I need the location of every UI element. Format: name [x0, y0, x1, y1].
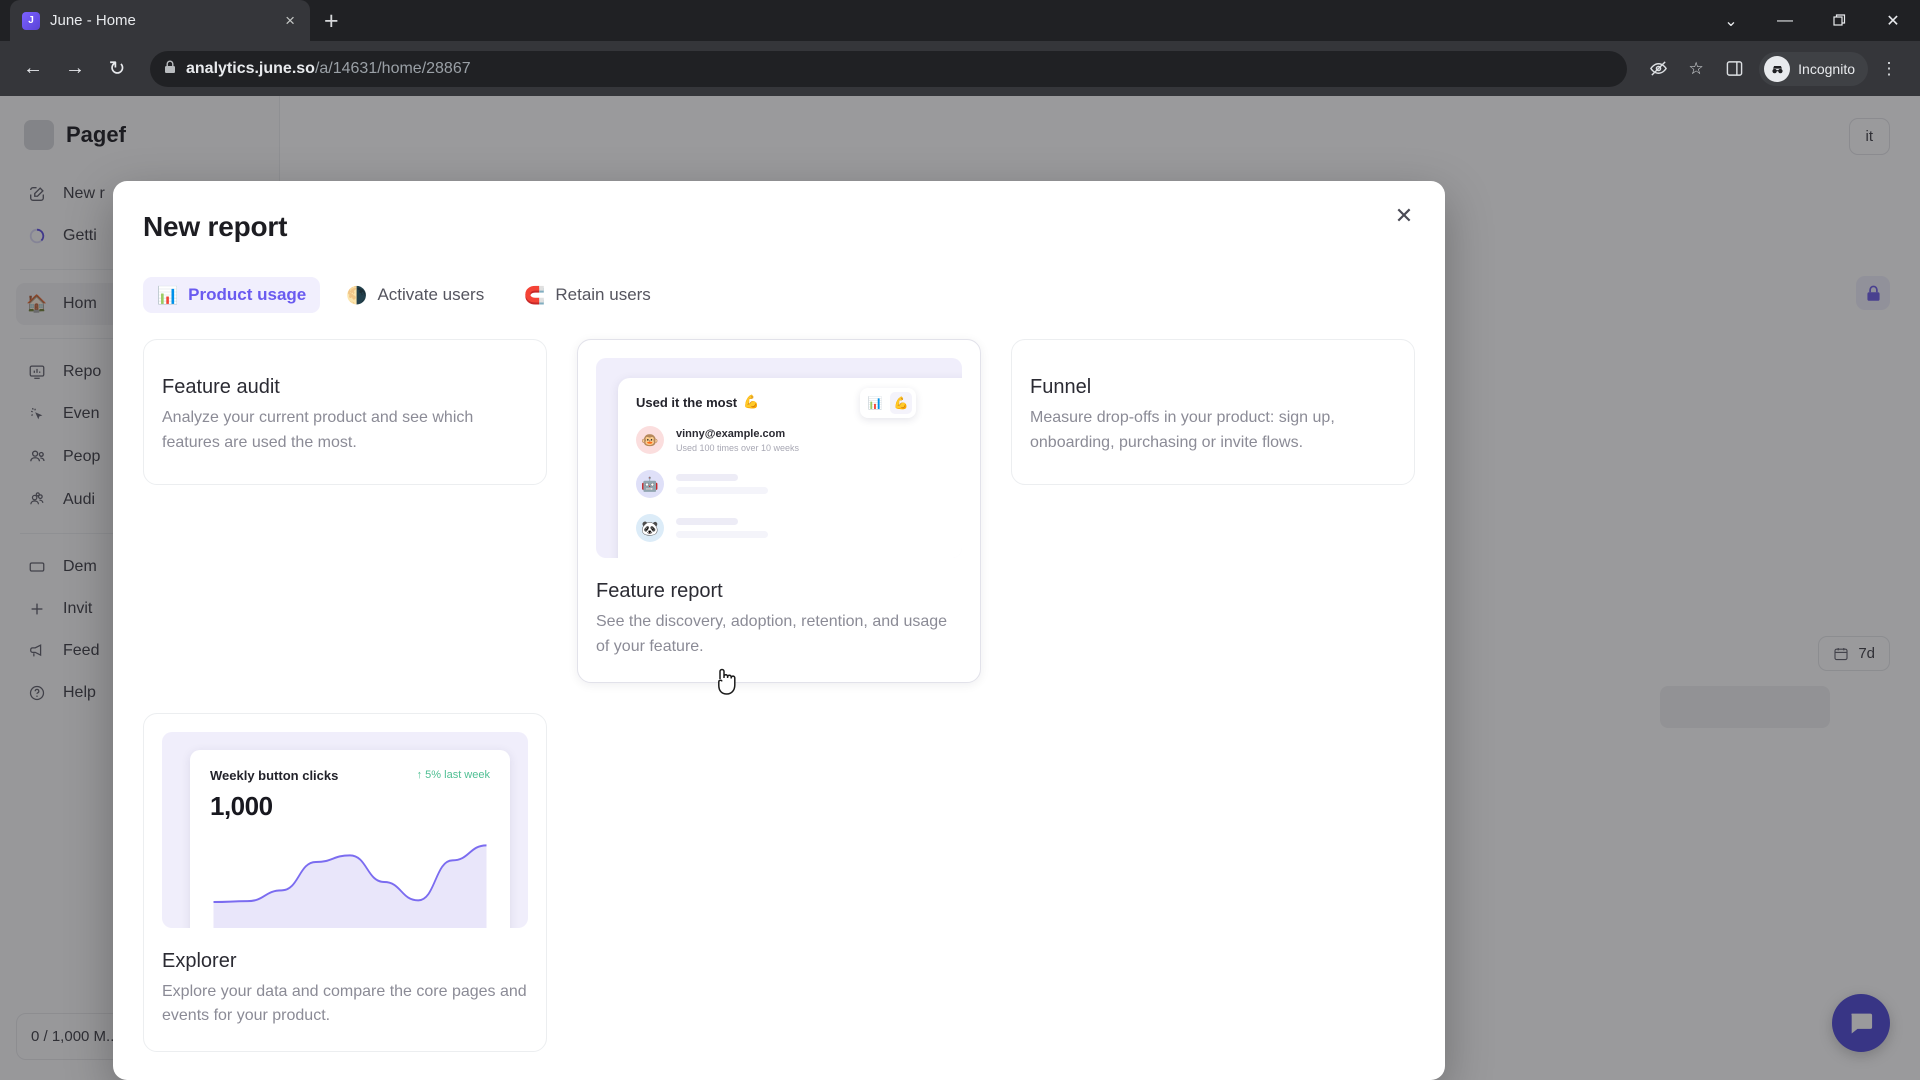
card-feature-audit[interactable]: Feature audit Analyze your current produ…: [143, 339, 547, 485]
skeleton-bar: [676, 518, 738, 525]
chart-delta: ↑ 5% last week: [416, 769, 490, 782]
forward-icon[interactable]: →: [56, 50, 94, 88]
card-description: Analyze your current product and see whi…: [162, 409, 474, 451]
side-panel-icon[interactable]: [1717, 52, 1751, 86]
card-feature-report[interactable]: Used it the most 💪 🐵 vinny@example.com U…: [577, 339, 981, 683]
new-report-modal: New report ✕ 📊 Product usage 🌗 Activate …: [113, 181, 1445, 1080]
tab-search-icon[interactable]: ⌄: [1704, 0, 1758, 41]
page-viewport: Pagef New r Getti 🏠 Hom Repo Even Peop A…: [0, 96, 1920, 1080]
card-description: Measure drop-offs in your product: sign …: [1030, 409, 1335, 451]
tab-product-usage[interactable]: 📊 Product usage: [143, 277, 321, 313]
card-description: See the discovery, adoption, retention, …: [596, 613, 948, 655]
window-controls: ⌄ — ✕: [1704, 0, 1920, 41]
browser-window: J June - Home × + ⌄ — ✕ ← → ↻ analytics.…: [0, 0, 1920, 1080]
incognito-label: Incognito: [1798, 60, 1855, 77]
address-bar[interactable]: analytics.june.so/a/14631/home/28867: [150, 50, 1628, 87]
tab-title: June - Home: [50, 12, 136, 29]
modal-content: New report ✕ 📊 Product usage 🌗 Activate …: [113, 181, 1445, 1080]
bookmark-star-icon[interactable]: ☆: [1679, 52, 1713, 86]
preview-row: 🐵 vinny@example.com Used 100 times over …: [636, 426, 962, 454]
reload-icon[interactable]: ↻: [98, 50, 136, 88]
close-window-button[interactable]: ✕: [1866, 0, 1920, 41]
card-title: Feature audit: [162, 376, 280, 398]
skeleton-bar: [676, 474, 738, 481]
preview-row-skeleton: [676, 474, 962, 494]
card-funnel[interactable]: Funnel Measure drop-offs in your product…: [1011, 339, 1415, 485]
tab-label: Retain users: [555, 285, 651, 304]
june-logo-icon: J: [22, 11, 40, 30]
lock-icon: [164, 60, 176, 77]
skeleton-bar: [676, 487, 768, 494]
magnet-icon: 🧲: [524, 285, 546, 305]
card-explorer[interactable]: Weekly button clicks ↑ 5% last week 1,00…: [143, 712, 547, 1053]
close-tab-icon[interactable]: ×: [282, 9, 298, 32]
preview-row-text: vinny@example.com Used 100 times over 10…: [676, 428, 799, 453]
browser-menu-icon[interactable]: ⋮: [1872, 52, 1906, 86]
moon-icon: 🌗: [346, 285, 368, 305]
flexed-biceps-icon: 💪: [743, 394, 760, 409]
tab-label: Product usage: [188, 285, 307, 304]
maximize-button[interactable]: [1812, 0, 1866, 41]
explorer-preview: Weekly button clicks ↑ 5% last week 1,00…: [162, 731, 528, 928]
chart-title: Weekly button clicks: [210, 767, 339, 783]
tab-retain-users[interactable]: 🧲 Retain users: [510, 277, 665, 313]
tab-activate-users[interactable]: 🌗 Activate users: [332, 277, 498, 313]
tab-strip: J June - Home × + ⌄ — ✕: [0, 0, 1920, 41]
preview-panel: Weekly button clicks ↑ 5% last week 1,00…: [190, 749, 510, 928]
preview-secondary: Used 100 times over 10 weeks: [676, 442, 800, 453]
card-title: Funnel: [1030, 376, 1092, 398]
avatar: 🐼: [636, 514, 664, 542]
back-icon[interactable]: ←: [14, 50, 52, 88]
incognito-profile-button[interactable]: Incognito: [1759, 51, 1868, 86]
bar-chart-icon: 📊: [867, 396, 883, 410]
url-host: analytics.june.so: [186, 59, 315, 77]
feature-report-preview: Used it the most 💪 🐵 vinny@example.com U…: [596, 358, 962, 558]
new-tab-button[interactable]: +: [324, 9, 339, 34]
minimize-button[interactable]: —: [1758, 0, 1812, 41]
card-description: Explore your data and compare the core p…: [162, 982, 527, 1025]
preview-primary: vinny@example.com: [676, 427, 786, 440]
browser-tab[interactable]: J June - Home ×: [10, 0, 310, 41]
preview-header: Weekly button clicks ↑ 5% last week: [210, 768, 490, 783]
flexed-biceps-icon: 💪: [890, 392, 912, 414]
skeleton-bar: [676, 531, 768, 538]
preview-heading-text: Used it the most: [636, 394, 738, 410]
preview-emoji-picker: 📊 💪: [860, 388, 916, 418]
bar-chart-icon: 📊: [157, 285, 179, 305]
report-template-grid: Feature audit Analyze your current produ…: [143, 339, 1415, 1053]
browser-toolbar: ← → ↻ analytics.june.so/a/14631/home/288…: [0, 41, 1920, 96]
modal-title: New report: [143, 211, 288, 242]
preview-row: 🐼: [636, 514, 962, 542]
preview-row: 🤖: [636, 470, 962, 498]
url-path: /a/14631/home/28867: [314, 59, 471, 77]
card-title: Explorer: [162, 949, 237, 972]
close-icon[interactable]: ✕: [1385, 197, 1423, 235]
avatar: 🐵: [636, 426, 664, 454]
area-chart: [213, 843, 487, 928]
preview-row-skeleton: [676, 518, 962, 538]
url-text: analytics.june.so/a/14631/home/28867: [186, 60, 471, 78]
report-category-tabs: 📊 Product usage 🌗 Activate users 🧲 Retai…: [143, 277, 1415, 313]
tracking-protection-icon[interactable]: [1641, 52, 1675, 86]
avatar: 🤖: [636, 470, 664, 498]
card-title: Feature report: [596, 580, 723, 602]
incognito-avatar-icon: [1764, 55, 1791, 82]
tab-label: Activate users: [377, 285, 485, 304]
chart-value: 1,000: [210, 790, 273, 821]
